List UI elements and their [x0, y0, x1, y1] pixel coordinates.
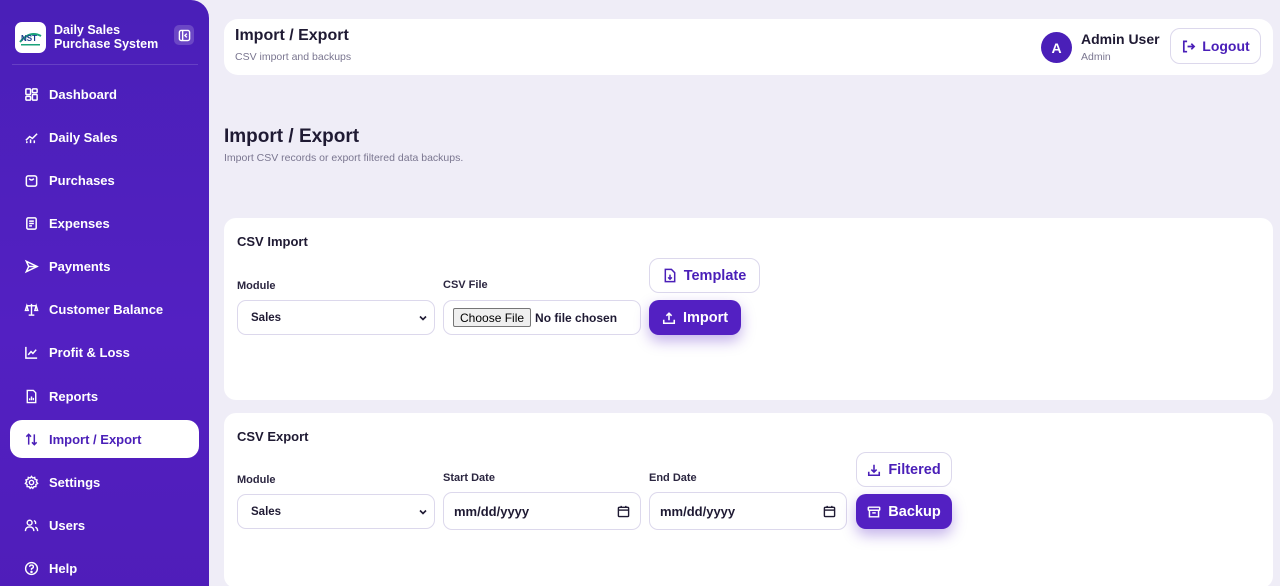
- archive-icon: [867, 505, 881, 518]
- app-name: Daily Sales Purchase System: [54, 23, 159, 51]
- grid-icon: [23, 86, 39, 102]
- start-date-placeholder: mm/dd/yyyy: [454, 503, 530, 519]
- end-date-label: End Date: [649, 472, 697, 484]
- csv-export-title: CSV Export: [237, 429, 309, 444]
- logout-button[interactable]: Logout: [1170, 28, 1261, 64]
- bag-icon: [23, 172, 39, 188]
- sidebar-item-expenses[interactable]: Expenses: [10, 204, 199, 242]
- filtered-label: Filtered: [888, 461, 941, 478]
- backup-button[interactable]: Backup: [856, 494, 952, 529]
- sidebar-item-label: Daily Sales: [49, 129, 118, 145]
- line-chart-icon: [23, 344, 39, 360]
- sidebar-item-customer-balance[interactable]: Customer Balance: [10, 290, 199, 328]
- top-bar: Import / Export CSV import and backups A…: [224, 19, 1273, 75]
- sidebar-item-label: Import / Export: [49, 431, 142, 447]
- header-title: Import / Export: [235, 27, 349, 44]
- no-file-text: No file chosen: [535, 310, 618, 325]
- sidebar-item-label: Reports: [49, 388, 99, 404]
- avatar[interactable]: A: [1041, 32, 1072, 63]
- page-subtitle: Import CSV records or export filtered da…: [224, 152, 464, 164]
- collapse-icon: [178, 29, 190, 41]
- csv-file-input[interactable]: Choose File No file chosen: [443, 300, 641, 335]
- sidebar-item-label: Settings: [49, 474, 101, 490]
- send-icon: [23, 258, 39, 274]
- sidebar-item-label: Expenses: [49, 215, 110, 231]
- gear-icon: [23, 474, 39, 490]
- import-button[interactable]: Import: [649, 300, 741, 335]
- sidebar-item-label: Purchases: [49, 172, 115, 188]
- csv-import-title: CSV Import: [237, 234, 308, 249]
- sidebar-item-label: Dashboard: [49, 86, 117, 102]
- trend-icon: [23, 129, 39, 145]
- receipt-icon: [23, 215, 39, 231]
- import-label: Import: [682, 309, 729, 326]
- svg-text:NST: NST: [21, 34, 37, 43]
- sidebar-item-profit-loss[interactable]: Profit & Loss: [10, 333, 199, 371]
- sidebar-item-reports[interactable]: Reports: [10, 377, 199, 415]
- sidebar: NST Daily Sales Purchase System Dashboar…: [0, 0, 209, 586]
- chevron-down-icon: [419, 315, 427, 321]
- report-icon: [23, 388, 39, 404]
- page-title: Import / Export: [224, 126, 360, 147]
- logout-label: Logout: [1202, 38, 1250, 54]
- chevron-down-icon: [419, 509, 427, 515]
- end-date-placeholder: mm/dd/yyyy: [660, 503, 736, 519]
- user-name: Admin User: [1081, 31, 1160, 47]
- export-module-value: Sales: [251, 505, 282, 518]
- download-icon: [868, 464, 881, 476]
- import-module-label: Module: [237, 280, 276, 292]
- logout-icon: [1183, 40, 1196, 52]
- sidebar-collapse-button[interactable]: [174, 25, 194, 45]
- file-download-icon: [664, 268, 676, 283]
- import-module-value: Sales: [251, 311, 282, 324]
- calendar-icon: [617, 505, 630, 518]
- users-icon: [23, 517, 39, 533]
- sidebar-item-purchases[interactable]: Purchases: [10, 161, 199, 199]
- sidebar-item-payments[interactable]: Payments: [10, 247, 199, 285]
- scale-icon: [23, 301, 39, 317]
- end-date-input[interactable]: mm/dd/yyyy: [649, 492, 847, 530]
- sidebar-item-help[interactable]: Help: [10, 549, 199, 586]
- user-role: Admin: [1081, 51, 1111, 63]
- sidebar-item-label: Help: [49, 560, 78, 576]
- start-date-input[interactable]: mm/dd/yyyy: [443, 492, 641, 530]
- upload-icon: [662, 311, 675, 324]
- csv-import-card: CSV Import Module Sales CSV File Choose …: [224, 218, 1273, 400]
- sidebar-item-daily-sales[interactable]: Daily Sales: [10, 118, 199, 156]
- backup-label: Backup: [888, 503, 941, 520]
- help-icon: [23, 560, 39, 576]
- choose-file-button[interactable]: Choose File: [453, 308, 532, 327]
- sidebar-item-label: Payments: [49, 258, 111, 274]
- filtered-export-button[interactable]: Filtered: [856, 452, 952, 487]
- sidebar-divider: [12, 64, 198, 65]
- sidebar-item-import-export[interactable]: Import / Export: [10, 420, 199, 458]
- sidebar-item-users[interactable]: Users: [10, 506, 199, 544]
- sidebar-item-label: Users: [49, 517, 86, 533]
- csv-export-card: CSV Export Module Sales Start Date mm/dd…: [224, 413, 1273, 586]
- app-logo: NST: [15, 22, 46, 53]
- export-module-select[interactable]: Sales: [237, 494, 435, 529]
- calendar-icon: [823, 505, 836, 518]
- csv-file-label: CSV File: [443, 279, 488, 291]
- sidebar-item-settings[interactable]: Settings: [10, 463, 199, 501]
- brand[interactable]: NST Daily Sales Purchase System: [15, 22, 195, 54]
- template-button[interactable]: Template: [649, 258, 760, 293]
- export-module-label: Module: [237, 474, 276, 486]
- sidebar-item-label: Profit & Loss: [49, 344, 130, 360]
- start-date-label: Start Date: [443, 472, 495, 484]
- import-module-select[interactable]: Sales: [237, 300, 435, 335]
- header-subtitle: CSV import and backups: [235, 51, 352, 63]
- sidebar-item-label: Customer Balance: [49, 301, 164, 317]
- template-label: Template: [683, 267, 747, 284]
- swap-icon: [23, 431, 39, 447]
- sidebar-item-dashboard[interactable]: Dashboard: [10, 75, 199, 113]
